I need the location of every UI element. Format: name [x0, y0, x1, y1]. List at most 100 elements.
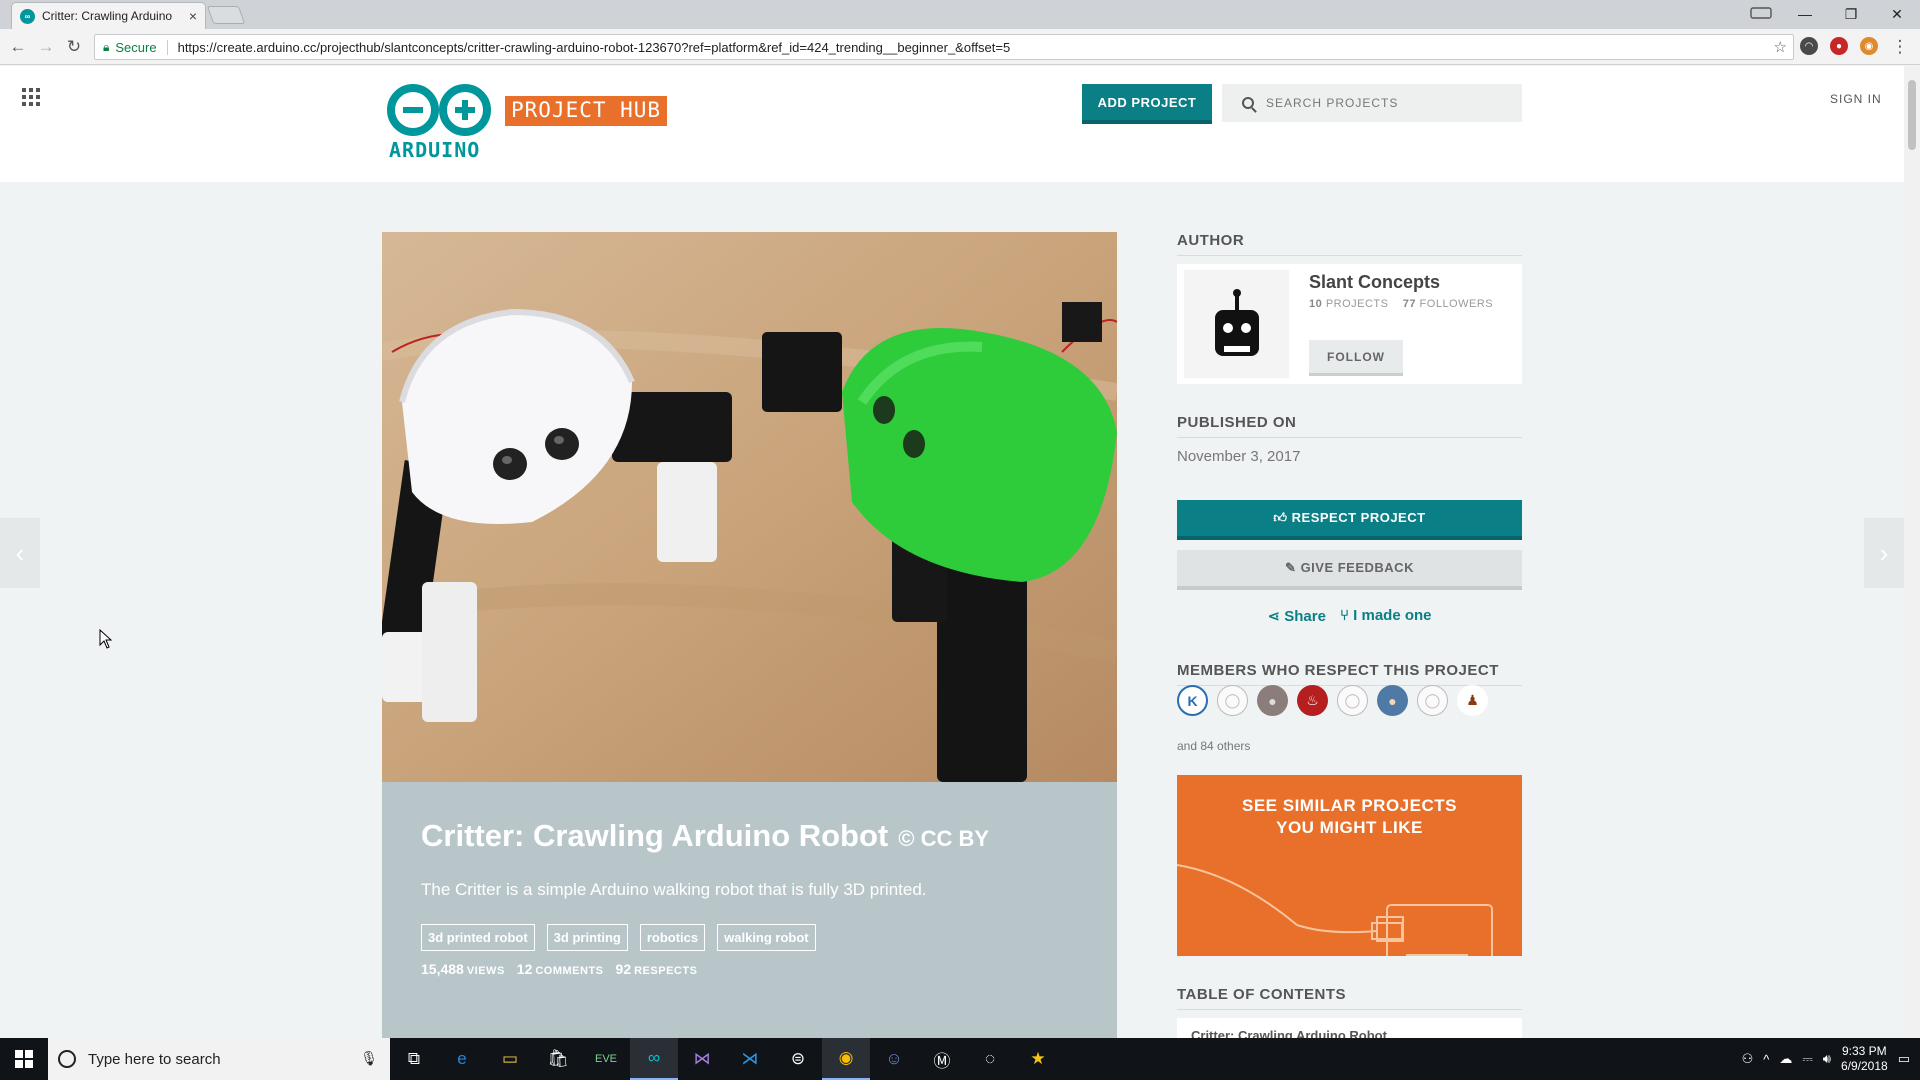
author-name[interactable]: Slant Concepts [1309, 272, 1440, 293]
add-project-button[interactable]: ADD PROJECT [1082, 84, 1212, 124]
member-avatar[interactable]: ♟ [1457, 685, 1488, 716]
menu-dots-icon[interactable]: ⋮ [1890, 37, 1910, 57]
page-content: ARDUINO PROJECT HUB ADD PROJECT SIGN IN … [0, 66, 1904, 1038]
member-avatar[interactable]: ◯ [1337, 685, 1368, 716]
new-tab-button[interactable] [206, 6, 246, 24]
arduino-logo-icon [387, 84, 491, 136]
microphone-icon[interactable]: 🎙︎ [360, 1050, 378, 1067]
bookmark-star-icon[interactable]: ☆ [1774, 38, 1787, 56]
discord-icon[interactable]: ☺ [870, 1038, 918, 1080]
reload-icon[interactable]: ↻ [64, 37, 84, 57]
app-icon[interactable]: Ⓜ [918, 1038, 966, 1080]
app-icon[interactable]: ★ [1014, 1038, 1062, 1080]
share-link[interactable]: ⋖ Share [1268, 607, 1326, 625]
author-heading: AUTHOR [1177, 232, 1522, 256]
terminal-icon[interactable]: EVE [582, 1038, 630, 1080]
arduino-favicon-icon: ∞ [20, 8, 35, 24]
tag[interactable]: 3d printing [546, 924, 628, 951]
member-avatar[interactable]: ◯ [1217, 685, 1248, 716]
license-badge[interactable]: © CC BY [898, 826, 989, 852]
author-meta: 10 PROJECTS 77 FOLLOWERS [1309, 298, 1494, 310]
minimize-icon[interactable]: — [1782, 0, 1828, 28]
address-bar[interactable]: 🔒︎ Secure https://create.arduino.cc/proj… [94, 34, 1794, 60]
chrome-icon[interactable]: ◉ [822, 1038, 870, 1080]
extension-icon[interactable]: ◉ [1860, 37, 1878, 55]
taskbar-search[interactable]: Type here to search 🎙︎ [48, 1038, 390, 1080]
url-text[interactable]: https://create.arduino.cc/projecthub/sla… [178, 40, 1011, 55]
member-avatar[interactable]: ● [1377, 685, 1408, 716]
others-count[interactable]: and 84 others [1177, 739, 1250, 753]
author-avatar[interactable] [1184, 270, 1289, 378]
share-icon: ⋖ [1267, 608, 1281, 625]
give-feedback-button[interactable]: ✎ GIVE FEEDBACK [1177, 550, 1522, 590]
project-title: Critter: Crawling Arduino Robot [421, 818, 889, 853]
notifications-icon[interactable]: ▭ [1898, 1051, 1910, 1067]
window-close-icon[interactable]: ✕ [1874, 0, 1920, 28]
system-tray: ⚇ ^ ☁ ⎓ 🔊︎ 9:33 PM 6/9/2018 ▭ [1742, 1038, 1920, 1080]
similar-line-1: SEE SIMILAR PROJECTS [1242, 796, 1457, 815]
vscode-icon[interactable]: ⋊ [726, 1038, 774, 1080]
back-icon[interactable]: ← [8, 37, 28, 57]
tag[interactable]: walking robot [717, 924, 816, 951]
onedrive-icon[interactable]: ☁ [1779, 1051, 1792, 1067]
network-icon[interactable]: ⎓ [1802, 1051, 1812, 1067]
tab-title: Critter: Crawling Arduino [42, 9, 173, 23]
member-avatar[interactable]: K [1177, 685, 1208, 716]
page-scrollbar[interactable] [1904, 66, 1920, 1038]
apps-grid-icon[interactable] [22, 88, 40, 106]
store-icon[interactable]: 🛍︎ [534, 1038, 582, 1080]
similar-projects-banner[interactable]: SEE SIMILAR PROJECTS YOU MIGHT LIKE [1177, 775, 1522, 956]
project-hub-logo[interactable]: ARDUINO PROJECT HUB [385, 82, 675, 164]
member-avatar[interactable]: ● [1257, 685, 1288, 716]
i-made-one-link[interactable]: ⑂ I made one [1340, 607, 1432, 625]
extension-badge-icon[interactable]: ● [1830, 37, 1848, 55]
respects-stat[interactable]: 92 RESPECTS [616, 961, 698, 977]
people-icon[interactable]: ⚇ [1742, 1051, 1754, 1067]
previous-project-arrow-icon[interactable]: ‹ [0, 518, 40, 588]
start-button[interactable] [0, 1038, 48, 1080]
project-description: The Critter is a simple Arduino walking … [421, 880, 927, 899]
member-avatars: K ◯ ● ♨ ◯ ● ◯ ♟ [1177, 685, 1488, 716]
project-info-panel: Critter: Crawling Arduino Robot © CC BY … [382, 782, 1117, 1038]
search-input[interactable] [1266, 96, 1506, 110]
mouse-cursor-icon [99, 629, 113, 649]
views-stat: 15,488 VIEWS [421, 961, 505, 977]
tag[interactable]: robotics [639, 924, 706, 951]
restore-icon[interactable]: ❐ [1828, 0, 1874, 28]
task-view-icon[interactable]: ⧉ [390, 1038, 438, 1080]
app-icon[interactable]: ⊜ [774, 1038, 822, 1080]
extension-icon[interactable]: ◠ [1800, 37, 1818, 55]
arduino-ide-icon[interactable]: ∞ [630, 1038, 678, 1080]
browser-tab[interactable]: ∞ Critter: Crawling Arduino × [11, 2, 206, 29]
tab-close-icon[interactable]: × [189, 8, 197, 24]
follow-button[interactable]: FOLLOW [1309, 340, 1403, 376]
tray-chevron-icon[interactable]: ^ [1763, 1052, 1769, 1067]
tag[interactable]: 3d printed robot [421, 924, 535, 951]
edit-icon: ✎ [1285, 560, 1297, 575]
toc-heading: TABLE OF CONTENTS [1177, 986, 1522, 1010]
file-explorer-icon[interactable]: ▭ [486, 1038, 534, 1080]
member-avatar[interactable]: ♨ [1297, 685, 1328, 716]
toc-item[interactable]: Critter: Crawling Arduino Robot [1177, 1018, 1522, 1038]
secure-label: Secure [115, 39, 168, 55]
profile-icon[interactable] [1750, 6, 1772, 23]
usb-board-illustration-icon [1177, 864, 1493, 956]
clock[interactable]: 9:33 PM 6/9/2018 [1841, 1044, 1888, 1074]
published-date: November 3, 2017 [1177, 448, 1301, 465]
edge-icon[interactable]: e [438, 1038, 486, 1080]
volume-icon[interactable]: 🔊︎ [1823, 1051, 1831, 1067]
logo-project-hub: PROJECT HUB [505, 96, 668, 126]
next-project-arrow-icon[interactable]: › [1864, 518, 1904, 588]
sign-in-link[interactable]: SIGN IN [1830, 92, 1882, 106]
cortana-icon [58, 1050, 76, 1068]
app-icon[interactable]: ◌ [966, 1038, 1014, 1080]
forward-icon[interactable]: → [36, 37, 56, 57]
thumbs-up-icon: 👍︎ [1273, 510, 1288, 525]
comments-stat[interactable]: 12 COMMENTS [517, 961, 604, 977]
site-header: ARDUINO PROJECT HUB ADD PROJECT SIGN IN [0, 66, 1904, 182]
respect-project-button[interactable]: 👍︎ RESPECT PROJECT [1177, 500, 1522, 540]
member-avatar[interactable]: ◯ [1417, 685, 1448, 716]
members-heading: MEMBERS WHO RESPECT THIS PROJECT [1177, 662, 1522, 686]
visual-studio-icon[interactable]: ⋈ [678, 1038, 726, 1080]
search-box[interactable] [1222, 84, 1522, 122]
